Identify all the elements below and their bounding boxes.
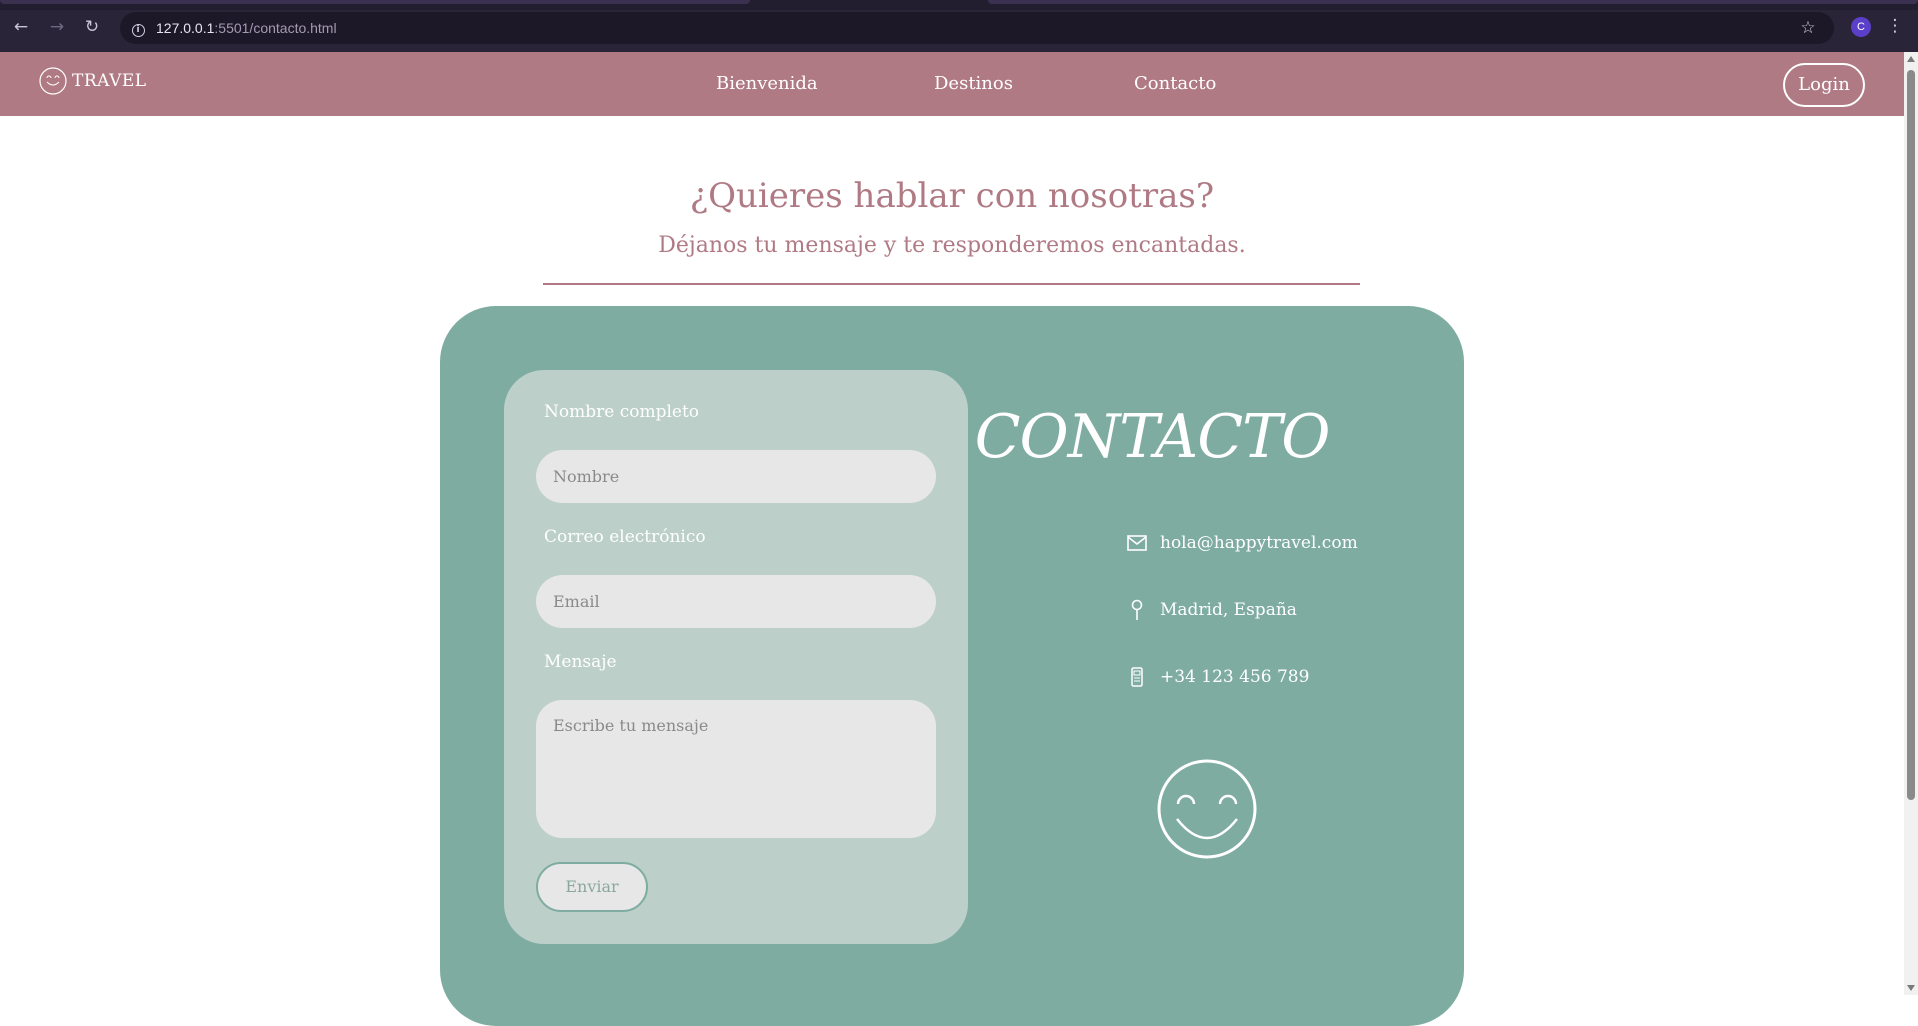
- logo-smiley-icon: [39, 67, 67, 95]
- url-host: 127.0.0.1: [156, 20, 215, 36]
- scrollbar-thumb[interactable]: [1907, 70, 1915, 800]
- email-info: hola@happytravel.com: [1126, 528, 1358, 558]
- site-info-icon[interactable]: i: [128, 18, 148, 38]
- phone-text: +34 123 456 789: [1160, 667, 1310, 687]
- star-icon[interactable]: ☆: [1796, 16, 1820, 40]
- logo-text: TRAVEL: [72, 71, 147, 91]
- phone-icon: [1126, 666, 1148, 688]
- tab-left[interactable]: [0, 0, 750, 4]
- nav-link-bienvenida[interactable]: Bienvenida: [716, 52, 818, 116]
- send-button[interactable]: Enviar: [536, 862, 648, 912]
- title-divider: [543, 283, 1360, 285]
- contact-form: Nombre completo Correo electrónico Mensa…: [504, 370, 968, 944]
- login-button[interactable]: Login: [1783, 63, 1865, 107]
- location-text: Madrid, España: [1160, 600, 1297, 620]
- nav-link-contacto[interactable]: Contacto: [1134, 52, 1216, 116]
- scroll-down-icon[interactable]: [1907, 985, 1915, 991]
- email-input[interactable]: [536, 575, 936, 628]
- message-textarea[interactable]: [536, 700, 936, 838]
- contact-card: Nombre completo Correo electrónico Mensa…: [440, 306, 1464, 1026]
- contact-heading: CONTACTO: [974, 402, 1331, 472]
- message-label: Mensaje: [544, 652, 617, 672]
- mail-icon: [1126, 532, 1148, 554]
- back-icon[interactable]: ←: [9, 15, 33, 39]
- profile-avatar[interactable]: C: [1851, 17, 1871, 37]
- nav-link-destinos[interactable]: Destinos: [934, 52, 1013, 116]
- address-bar[interactable]: i 127.0.0.1:5501/contacto.html ☆: [120, 12, 1834, 44]
- browser-toolbar: ← → ↻ i 127.0.0.1:5501/contacto.html ☆ C…: [0, 0, 1918, 52]
- tab-strip: [0, 0, 1918, 10]
- name-label: Nombre completo: [544, 402, 700, 422]
- location-info: Madrid, España: [1126, 595, 1297, 625]
- page-scrollbar[interactable]: [1904, 52, 1918, 995]
- location-pin-icon: [1126, 599, 1148, 621]
- email-label: Correo electrónico: [544, 527, 706, 547]
- phone-info: +34 123 456 789: [1126, 662, 1309, 692]
- smiley-icon: [1157, 759, 1257, 859]
- site-header: TRAVEL Bienvenida Destinos Contacto Logi…: [0, 52, 1904, 116]
- page-title: ¿Quieres hablar con nosotras?: [689, 176, 1215, 216]
- url-text[interactable]: 127.0.0.1:5501/contacto.html: [156, 12, 337, 44]
- url-path: :5501/contacto.html: [214, 20, 337, 36]
- tab-right[interactable]: [988, 0, 1918, 4]
- forward-icon[interactable]: →: [45, 15, 69, 39]
- name-input[interactable]: [536, 450, 936, 503]
- page-subtitle: Déjanos tu mensaje y te responderemos en…: [658, 233, 1246, 258]
- scroll-up-icon[interactable]: [1907, 56, 1915, 62]
- email-link[interactable]: hola@happytravel.com: [1160, 533, 1358, 553]
- logo[interactable]: TRAVEL: [38, 66, 147, 96]
- reload-icon[interactable]: ↻: [80, 15, 104, 39]
- menu-dots-icon[interactable]: ⋮: [1885, 14, 1905, 38]
